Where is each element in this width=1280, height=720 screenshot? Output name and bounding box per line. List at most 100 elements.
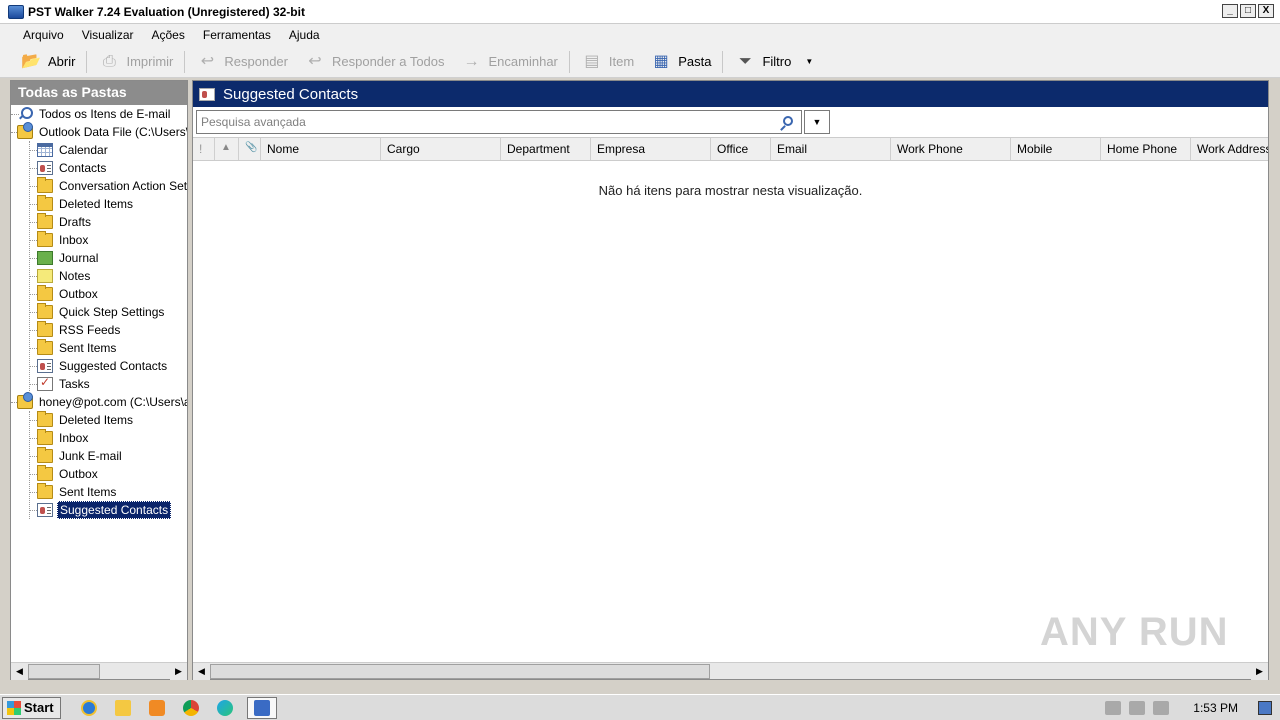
col-office[interactable]: Office xyxy=(711,138,771,160)
tree-node[interactable]: Drafts xyxy=(11,213,187,231)
taskbar-apps xyxy=(77,696,277,719)
reply-all-button[interactable]: ↩ Responder a Todos xyxy=(296,48,453,76)
col-home-phone[interactable]: Home Phone xyxy=(1101,138,1191,160)
tree-node[interactable]: Inbox xyxy=(11,231,187,249)
search-icon[interactable] xyxy=(783,116,793,126)
menu-arquivo[interactable]: Arquivo xyxy=(14,28,73,42)
col-nome[interactable]: Nome xyxy=(261,138,381,160)
minimize-button[interactable]: _ xyxy=(1222,4,1238,18)
tree-node[interactable]: Conversation Action Setting xyxy=(11,177,187,195)
tree-node[interactable]: Contacts xyxy=(11,159,187,177)
clock[interactable]: 1:53 PM xyxy=(1193,701,1238,715)
tree-node-label: Inbox xyxy=(59,431,89,445)
show-desktop-icon[interactable] xyxy=(1258,700,1272,715)
scroll-right-arrow-icon[interactable]: ▶ xyxy=(170,662,187,680)
folder-icon xyxy=(37,429,53,445)
data-file-icon xyxy=(17,392,33,409)
window-title: PST Walker 7.24 Evaluation (Unregistered… xyxy=(28,4,305,19)
folder-pane-hscrollbar[interactable]: ◀ ▶ xyxy=(11,662,187,680)
tree-node[interactable]: Outbox xyxy=(11,285,187,303)
folder-icon xyxy=(37,483,53,499)
tree-node-label: Todos os Itens de E-mail xyxy=(39,107,171,121)
menu-acoes[interactable]: Ações xyxy=(143,28,194,42)
flag-icon[interactable] xyxy=(1153,700,1170,715)
tree-node[interactable]: Suggested Contacts xyxy=(11,357,187,375)
search-icon xyxy=(17,107,33,121)
file-explorer-icon[interactable] xyxy=(111,697,135,719)
forward-button[interactable]: → Encaminhar xyxy=(453,48,566,76)
tree-node[interactable]: Inbox xyxy=(11,429,187,447)
search-row: ▼ xyxy=(196,110,830,134)
col-mobile[interactable]: Mobile xyxy=(1011,138,1101,160)
menu-ferramentas[interactable]: Ferramentas xyxy=(194,28,280,42)
reply-button[interactable]: ↩ Responder xyxy=(188,48,296,76)
tree-node[interactable]: Sent Items xyxy=(11,483,187,501)
maximize-button[interactable]: □ xyxy=(1240,4,1256,18)
pst-walker-taskbar-icon[interactable] xyxy=(246,696,277,719)
col-sort-arrow[interactable]: ▲ xyxy=(215,138,239,160)
tree-node[interactable]: Deleted Items xyxy=(11,411,187,429)
folder-button[interactable]: ▦ Pasta xyxy=(642,48,719,76)
tree-node[interactable]: Junk E-mail xyxy=(11,447,187,465)
col-email[interactable]: Email xyxy=(771,138,891,160)
scroll-left-arrow-icon[interactable]: ◀ xyxy=(193,662,210,680)
col-importance[interactable]: ! xyxy=(193,138,215,160)
menu-visualizar[interactable]: Visualizar xyxy=(73,28,143,42)
menu-ajuda[interactable]: Ajuda xyxy=(280,28,329,42)
title-bar: PST Walker 7.24 Evaluation (Unregistered… xyxy=(0,0,1280,24)
tree-node[interactable]: Tasks xyxy=(11,375,187,393)
tree-node[interactable]: Outlook Data File (C:\Users\...\ xyxy=(11,122,187,141)
scroll-left-arrow-icon[interactable]: ◀ xyxy=(11,662,28,680)
tree-node-label: Deleted Items xyxy=(59,413,134,427)
column-header-row: ! ▲ 📎 Nome Cargo Department Empresa Offi… xyxy=(193,137,1268,161)
tree-node[interactable]: Quick Step Settings xyxy=(11,303,187,321)
folder-label: Pasta xyxy=(678,54,712,69)
tree-node-label: Quick Step Settings xyxy=(59,305,165,319)
network-icon[interactable] xyxy=(1129,700,1146,715)
calendar-icon xyxy=(37,143,53,157)
internet-explorer-icon[interactable] xyxy=(77,697,101,719)
search-input[interactable] xyxy=(201,115,771,129)
col-work-address[interactable]: Work Address xyxy=(1191,138,1268,160)
forward-label: Encaminhar xyxy=(488,54,558,69)
tree-node[interactable]: Suggested Contacts xyxy=(11,501,187,519)
filter-button[interactable]: ⏷ Filtro ▼ xyxy=(726,48,821,76)
close-button[interactable]: X xyxy=(1258,4,1274,18)
tree-node-label: Junk E-mail xyxy=(59,449,122,463)
chevron-down-icon[interactable]: ▼ xyxy=(805,57,813,66)
chrome-icon[interactable] xyxy=(179,697,203,719)
media-player-icon[interactable] xyxy=(145,697,169,719)
item-list-hscrollbar[interactable]: ◀ ▶ xyxy=(193,662,1268,680)
col-empresa[interactable]: Empresa xyxy=(591,138,711,160)
col-attachment[interactable]: 📎 xyxy=(239,138,261,160)
tree-node[interactable]: Deleted Items xyxy=(11,195,187,213)
scroll-thumb[interactable] xyxy=(210,663,710,679)
tree-node-label: Conversation Action Setting xyxy=(59,179,187,193)
watermark: ANY RUN xyxy=(1040,610,1229,654)
item-label: Item xyxy=(608,54,635,69)
folder-icon xyxy=(37,411,53,427)
scroll-thumb[interactable] xyxy=(28,663,100,679)
folder-icon xyxy=(37,213,53,229)
start-button[interactable]: Start xyxy=(2,696,61,719)
tree-node[interactable]: honey@pot.com (C:\Users\adm xyxy=(11,392,187,411)
print-button[interactable]: ⎙ Imprimir xyxy=(90,48,181,76)
tree-node[interactable]: Todos os Itens de E-mail xyxy=(11,105,187,123)
tree-node-label: Inbox xyxy=(59,233,89,247)
tree-node[interactable]: Sent Items xyxy=(11,339,187,357)
edge-icon[interactable] xyxy=(213,697,237,719)
tree-node[interactable]: Outbox xyxy=(11,465,187,483)
tree-node[interactable]: RSS Feeds xyxy=(11,321,187,339)
col-work-phone[interactable]: Work Phone xyxy=(891,138,1011,160)
open-button[interactable]: 📂 Abrir xyxy=(12,48,83,76)
tree-node[interactable]: Calendar xyxy=(11,141,187,159)
volume-icon[interactable] xyxy=(1105,700,1122,715)
col-department[interactable]: Department xyxy=(501,138,591,160)
tree-node[interactable]: Notes xyxy=(11,267,187,285)
tree-node[interactable]: Journal xyxy=(11,249,187,267)
item-button[interactable]: ▤ Item xyxy=(573,48,642,76)
window-controls: _ □ X xyxy=(1222,4,1274,18)
col-cargo[interactable]: Cargo xyxy=(381,138,501,160)
search-options-dropdown[interactable]: ▼ xyxy=(804,110,830,134)
scroll-right-arrow-icon[interactable]: ▶ xyxy=(1251,662,1268,680)
